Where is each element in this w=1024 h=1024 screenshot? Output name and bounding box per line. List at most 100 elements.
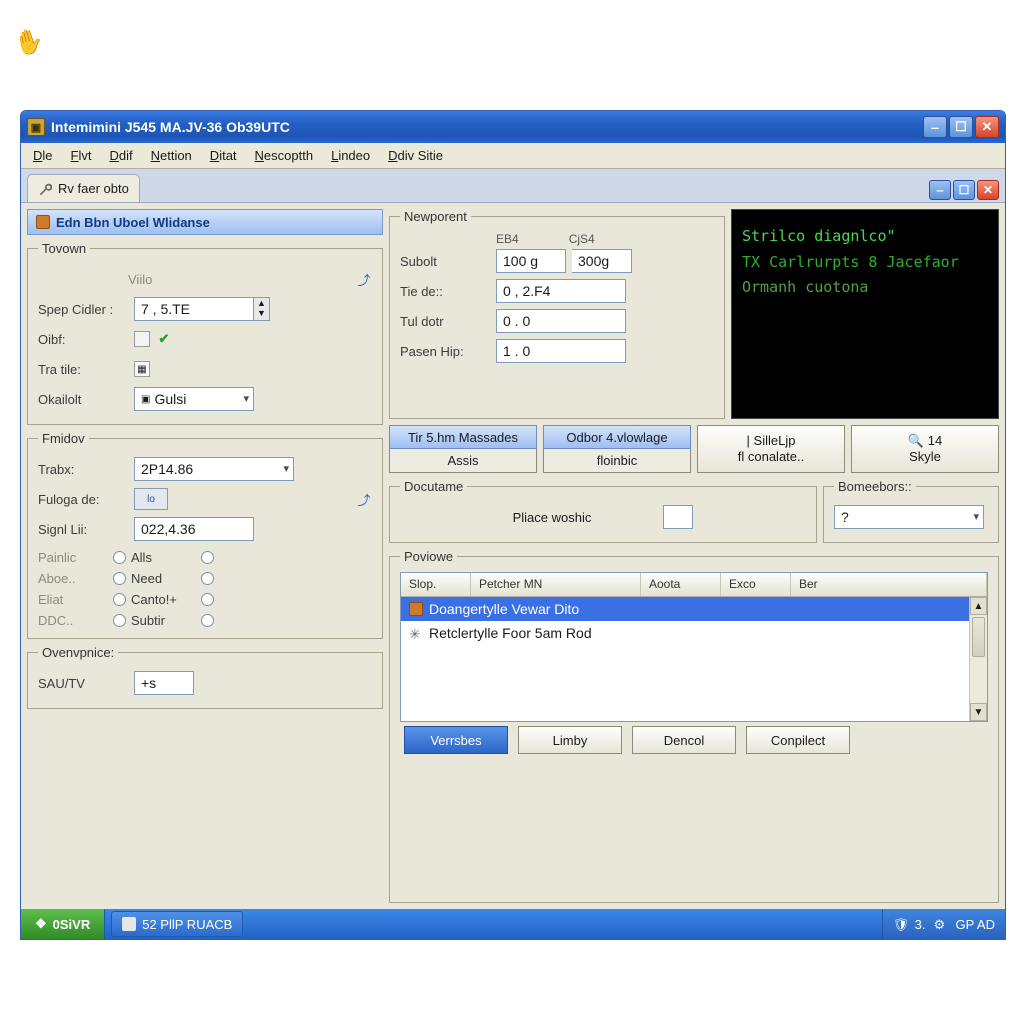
system-tray: 🛡 3. ⚙ GP AD xyxy=(882,909,1005,939)
tray-icon-2[interactable]: ⚙ xyxy=(933,917,947,931)
inner-window-controls: ‒ ☐ ✕ xyxy=(929,180,999,200)
left-panel-header: Edn Bbn Uboel Wlidanse xyxy=(27,209,383,235)
col-petcher[interactable]: Petcher MN xyxy=(471,573,641,596)
start-icon: ❖ xyxy=(35,916,47,932)
silleljp-label-top: | SilleLjp xyxy=(747,433,796,449)
list-item-1[interactable]: Doangertylle Vewar Dito xyxy=(401,597,987,621)
share-icon[interactable]: ⤴ xyxy=(356,271,372,287)
scroll-thumb[interactable] xyxy=(972,617,985,657)
menu-ditat[interactable]: Ditat xyxy=(202,145,245,166)
assis-button[interactable]: Assis xyxy=(389,449,537,473)
menu-nettion[interactable]: Nettion xyxy=(143,145,200,166)
list-scrollbar[interactable]: ▲ ▼ xyxy=(969,597,987,721)
spep-cidler-spinner[interactable]: ▲▼ xyxy=(254,297,270,321)
scroll-down-icon[interactable]: ▼ xyxy=(970,703,987,721)
subolt-input-2[interactable]: 300g xyxy=(572,249,632,273)
fmidov-group: Fmidov Trabx: 2P14.86 Fuloga de: lo ⤴ Si… xyxy=(27,431,383,639)
menu-lindeo[interactable]: Lindeo xyxy=(323,145,378,166)
calendar-icon[interactable]: ▦ xyxy=(134,361,150,377)
trabx-select[interactable]: 2P14.86 xyxy=(134,457,294,481)
dencol-button[interactable]: Dencol xyxy=(632,726,736,754)
item-icon-2: ✳ xyxy=(409,626,423,640)
inner-minimize-button[interactable]: ‒ xyxy=(929,180,951,200)
subtir-radio[interactable] xyxy=(201,614,214,627)
odbor-vlowlage-button[interactable]: Odbor 4.vlowlage xyxy=(543,425,691,449)
magnifier-icon: 🔍 xyxy=(908,433,924,449)
tra-tile-label: Tra tile: xyxy=(38,362,128,377)
need-radio[interactable] xyxy=(201,572,214,585)
skyle-label: Skyle xyxy=(909,449,941,465)
taskbar-item-1[interactable]: 52 PllP RUACB xyxy=(111,911,243,937)
tovown-legend: Tovown xyxy=(38,241,90,256)
tray-icon-1[interactable]: 🛡 xyxy=(893,917,907,931)
signl-label: Signl Lii: xyxy=(38,522,128,537)
sautv-label: SAU/TV xyxy=(38,676,128,691)
verrsbes-button[interactable]: Verrsbes xyxy=(404,726,508,754)
poviowe-legend: Poviowe xyxy=(400,549,457,564)
aboe-radio[interactable] xyxy=(113,572,126,585)
terminal-panel: Strilco diagnlco" TX Carlrurpts 8 Jacefa… xyxy=(731,209,999,419)
silleljp-button[interactable]: | SilleLjp fl conalate.. xyxy=(697,425,845,473)
spep-cidler-input[interactable]: 7 , 5.TE xyxy=(134,297,254,321)
window-controls: ‒ ☐ ✕ xyxy=(923,116,999,138)
painlic-label: Painlic xyxy=(38,550,113,565)
pasenhip-label: Pasen Hip: xyxy=(400,344,490,359)
okailolt-select[interactable]: ▣Gulsi xyxy=(134,387,254,411)
scroll-up-icon[interactable]: ▲ xyxy=(970,597,987,615)
panel-header-icon xyxy=(36,215,50,229)
app-icon: ▣ xyxy=(27,118,45,136)
tray-text: 3. xyxy=(915,917,926,932)
silleljp-label-bot: fl conalate.. xyxy=(738,449,805,465)
menu-dle[interactable]: Dle xyxy=(25,145,61,166)
taskbar-item-label: 52 PllP RUACB xyxy=(142,917,232,932)
maximize-button[interactable]: ☐ xyxy=(949,116,973,138)
list-header: Slop. Petcher MN Aoota Exco Ber xyxy=(401,573,987,597)
menu-ddif[interactable]: Ddif xyxy=(101,145,140,166)
tiede-input[interactable]: 0 , 2.F4 xyxy=(496,279,626,303)
floinbic-button[interactable]: floinbic xyxy=(543,449,691,473)
eliat-radio[interactable] xyxy=(113,593,126,606)
docutame-legend: Docutame xyxy=(400,479,467,494)
tuldotr-label: Tul dotr xyxy=(400,314,490,329)
inner-maximize-button[interactable]: ☐ xyxy=(953,180,975,200)
subolt-input-1[interactable]: 100 g xyxy=(496,249,566,273)
ddc-radio[interactable] xyxy=(113,614,126,627)
inner-close-button[interactable]: ✕ xyxy=(977,180,999,200)
share-icon-2[interactable]: ⤴ xyxy=(356,491,372,507)
document-icon[interactable] xyxy=(134,331,150,347)
ddc-label: DDC.. xyxy=(38,613,113,628)
sautv-input[interactable]: +s xyxy=(134,671,194,695)
pasenhip-input[interactable]: 1 . 0 xyxy=(496,339,626,363)
menu-ddivsitie[interactable]: Ddiv Sitie xyxy=(380,145,451,166)
canto-radio[interactable] xyxy=(201,593,214,606)
start-button[interactable]: ❖ 0SiVR xyxy=(21,909,105,939)
close-button[interactable]: ✕ xyxy=(975,116,999,138)
skyle-button[interactable]: 🔍14 Skyle xyxy=(851,425,999,473)
tovown-group: Tovown Viilo ⤴ Spep Cidler : 7 , 5.TE ▲▼ xyxy=(27,241,383,425)
minimize-button[interactable]: ‒ xyxy=(923,116,947,138)
limby-button[interactable]: Limby xyxy=(518,726,622,754)
list-item-2[interactable]: ✳ Retclertylle Foor 5am Rod xyxy=(401,621,987,645)
viilo-label: Viilo xyxy=(128,272,218,287)
col-ber[interactable]: Ber xyxy=(791,573,987,596)
list-item-2-label: Retclertylle Foor 5am Rod xyxy=(429,625,592,641)
place-woshic-input[interactable] xyxy=(663,505,693,529)
ovenvpnice-legend: Ovenvpnice: xyxy=(38,645,118,660)
signl-input[interactable]: 022,4.36 xyxy=(134,517,254,541)
col-aoota[interactable]: Aoota xyxy=(641,573,721,596)
painlic-radio[interactable] xyxy=(113,551,126,564)
app-window: ▣ Intemimini J545 MA.JV-36 Ob39UTC ‒ ☐ ✕… xyxy=(20,110,1006,940)
col-slop[interactable]: Slop. xyxy=(401,573,471,596)
bomeebors-select[interactable]: ? xyxy=(834,505,984,529)
terminal-line-2: TX Carlrurpts 8 Jacefaor xyxy=(742,250,988,276)
fuloga-box[interactable]: lo xyxy=(134,488,168,510)
tab-rv-faer-obto[interactable]: Rv faer obto xyxy=(27,174,140,202)
docutame-group: Docutame Pliace woshic xyxy=(389,479,817,543)
menu-flvt[interactable]: Flvt xyxy=(63,145,100,166)
col-exco[interactable]: Exco xyxy=(721,573,791,596)
tuldotr-input[interactable]: 0 . 0 xyxy=(496,309,626,333)
alls-radio[interactable] xyxy=(201,551,214,564)
menu-nescoptth[interactable]: Nescoptth xyxy=(247,145,322,166)
conpilect-button[interactable]: Conpilect xyxy=(746,726,850,754)
tir-massades-button[interactable]: Tir 5.hm Massades xyxy=(389,425,537,449)
